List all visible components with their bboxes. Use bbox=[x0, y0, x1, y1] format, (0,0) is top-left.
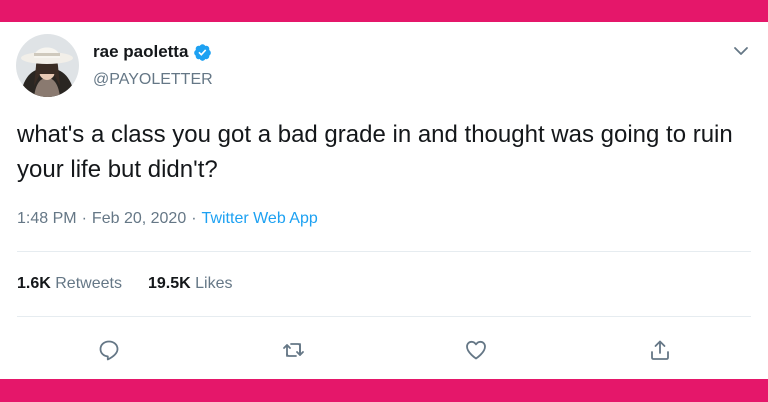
avatar[interactable] bbox=[16, 34, 79, 97]
tweet-source[interactable]: Twitter Web App bbox=[202, 210, 318, 227]
author-name-row[interactable]: rae paoletta bbox=[93, 42, 212, 62]
tweet-time[interactable]: 1:48 PM bbox=[17, 210, 77, 227]
likes-stat[interactable]: 19.5K Likes bbox=[148, 275, 233, 293]
avatar-image bbox=[16, 34, 79, 97]
divider bbox=[17, 316, 751, 317]
retweet-icon[interactable] bbox=[282, 338, 306, 362]
verified-badge-icon bbox=[194, 43, 212, 61]
divider bbox=[17, 251, 751, 252]
share-icon[interactable] bbox=[648, 338, 672, 362]
chevron-down-icon[interactable] bbox=[732, 42, 750, 60]
likes-label: Likes bbox=[195, 275, 233, 292]
author-handle[interactable]: @PAYOLETTER bbox=[93, 71, 213, 89]
meta-separator: · bbox=[191, 210, 197, 227]
meta-separator: · bbox=[81, 210, 87, 227]
likes-count: 19.5K bbox=[147, 275, 191, 292]
tweet-date[interactable]: Feb 20, 2020 bbox=[92, 210, 186, 227]
tweet-card: rae paoletta @PAYOLETTER what's a class … bbox=[0, 22, 768, 379]
tweet-stats: 1.6K Retweets 19.5K Likes bbox=[17, 275, 258, 293]
retweets-count: 1.6K bbox=[17, 275, 51, 292]
reply-icon[interactable] bbox=[97, 338, 121, 362]
retweets-stat[interactable]: 1.6K Retweets bbox=[17, 275, 122, 293]
tweet-text: what's a class you got a bad grade in an… bbox=[17, 121, 733, 183]
author-name[interactable]: rae paoletta bbox=[93, 42, 188, 62]
tweet-meta: 1:48 PM · Feb 20, 2020 · Twitter Web App bbox=[17, 210, 318, 228]
retweets-label: Retweets bbox=[55, 275, 122, 292]
heart-icon[interactable] bbox=[464, 338, 488, 362]
